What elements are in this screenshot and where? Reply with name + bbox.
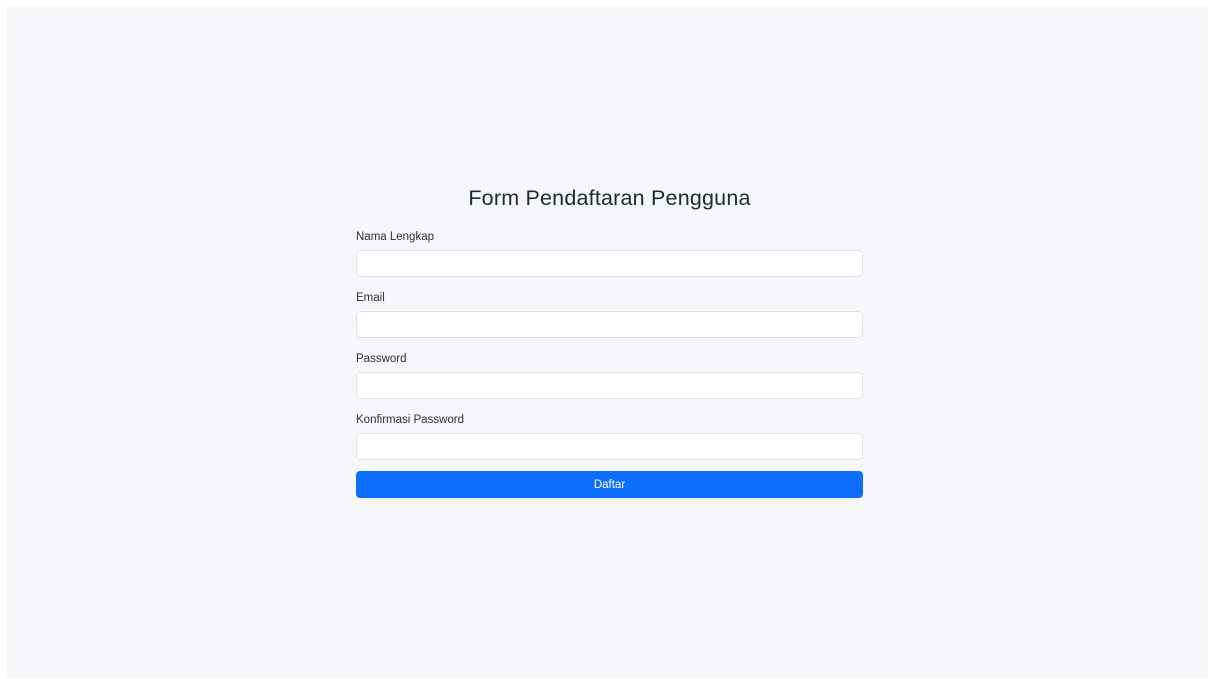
email-input[interactable] (356, 311, 863, 338)
email-group: Email (356, 291, 863, 338)
email-label: Email (356, 292, 385, 304)
full-name-group: Nama Lengkap (356, 230, 863, 277)
full-name-label: Nama Lengkap (356, 231, 434, 243)
registration-form: Form Pendaftaran Pengguna Nama Lengkap E… (356, 182, 863, 498)
form-title: Form Pendaftaran Pengguna (468, 186, 751, 210)
confirm-password-input[interactable] (356, 433, 863, 460)
password-label: Password (356, 353, 407, 365)
register-button[interactable]: Daftar (356, 471, 863, 498)
page-background: Form Pendaftaran Pengguna Nama Lengkap E… (7, 6, 1208, 678)
full-name-input[interactable] (356, 250, 863, 277)
confirm-password-group: Konfirmasi Password (356, 413, 863, 460)
password-input[interactable] (356, 372, 863, 399)
confirm-password-label: Konfirmasi Password (356, 414, 465, 426)
password-group: Password (356, 352, 863, 399)
